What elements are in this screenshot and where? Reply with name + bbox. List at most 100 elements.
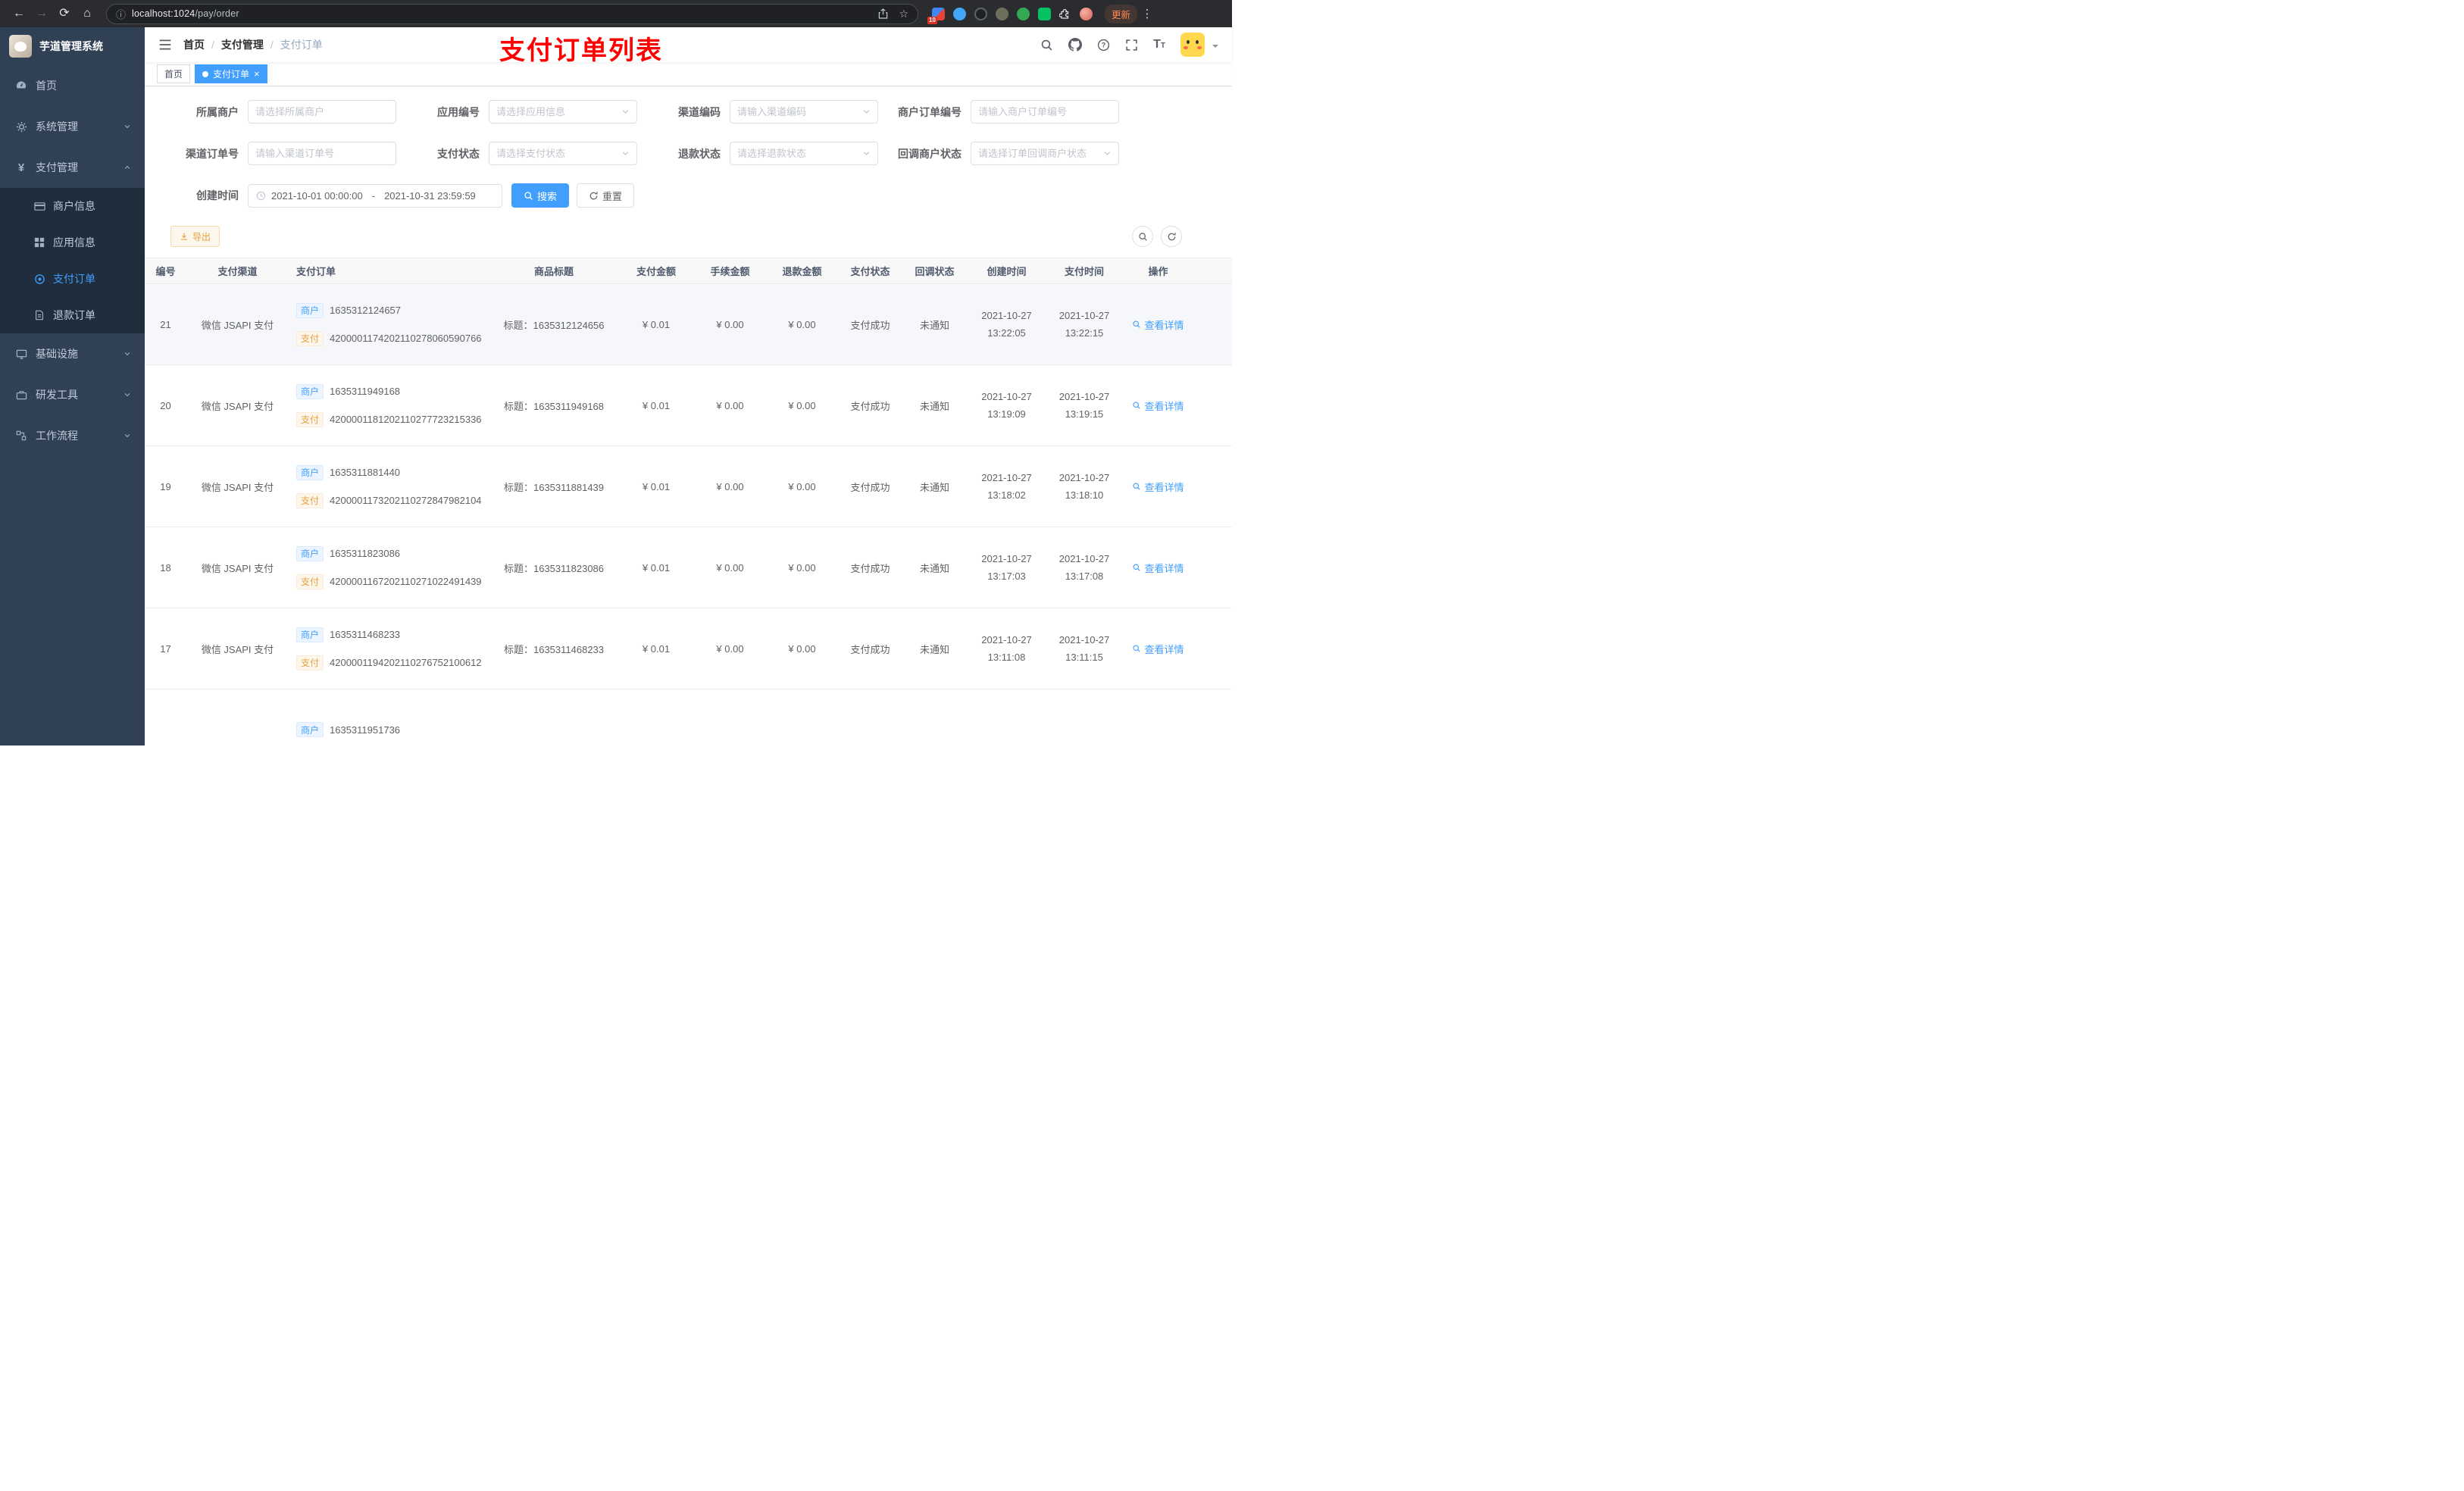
chevron-down-icon bbox=[862, 108, 871, 116]
header-pay-time: 支付时间 bbox=[1046, 258, 1122, 284]
sidebar-item-home[interactable]: 首页 bbox=[0, 65, 145, 106]
app-title: 芋道管理系统 bbox=[39, 40, 103, 52]
order-id-cell: 20 bbox=[145, 364, 186, 446]
user-avatar[interactable] bbox=[1180, 33, 1205, 57]
sidebar-item-pay-order[interactable]: 支付订单 bbox=[0, 261, 145, 297]
reset-button[interactable]: 重置 bbox=[577, 183, 635, 208]
pay-time-cell: 2021-10-27 13:22:15 bbox=[1046, 283, 1122, 365]
sidebar-item-label: 首页 bbox=[36, 80, 57, 92]
filter-label: 支付状态 bbox=[437, 147, 480, 160]
view-detail-link[interactable]: 查看详情 bbox=[1132, 642, 1184, 656]
extension-chat-icon[interactable] bbox=[1038, 7, 1051, 20]
refund-amount-cell: ¥ 0.00 bbox=[766, 283, 838, 365]
github-icon[interactable] bbox=[1068, 38, 1083, 52]
bookmark-star-icon[interactable]: ☆ bbox=[899, 8, 908, 20]
search-icon[interactable] bbox=[1040, 39, 1053, 52]
sidebar-item-label: 基础设施 bbox=[36, 348, 78, 360]
breadcrumb-home[interactable]: 首页 bbox=[183, 37, 205, 52]
extension-icon-1[interactable]: 10 bbox=[927, 7, 945, 24]
profile-avatar-icon[interactable] bbox=[1080, 7, 1093, 20]
pay-order-cell: 商户 1635311468233 支付 4200001194202110276752… bbox=[289, 608, 489, 689]
browser-back-icon[interactable]: ← bbox=[9, 4, 29, 23]
browser-toolbar: ← → ⟳ ⌂ ⓘ localhost:1024/pay/order ☆ 10 … bbox=[0, 0, 1232, 27]
browser-menu-icon[interactable]: ⋮ bbox=[1140, 7, 1154, 20]
refund-status-select[interactable] bbox=[737, 148, 862, 159]
view-detail-link[interactable]: 查看详情 bbox=[1132, 399, 1184, 413]
pay-channel-cell: 微信 JSAPI 支付 bbox=[186, 364, 289, 446]
extension-circle-icon[interactable] bbox=[996, 7, 1008, 20]
fee-amount-cell: ¥ 0.00 bbox=[694, 445, 766, 527]
channel-order-no-input[interactable] bbox=[255, 148, 389, 159]
product-title-cell: 标题：1635311823086 bbox=[489, 527, 618, 608]
logo-image bbox=[9, 35, 32, 58]
view-detail-link[interactable]: 查看详情 bbox=[1132, 480, 1184, 494]
sidebar-item-payment[interactable]: ¥ 支付管理 bbox=[0, 147, 145, 188]
sidebar-item-merchant-info[interactable]: 商户信息 bbox=[0, 188, 145, 224]
target-icon bbox=[33, 273, 45, 285]
pay-time-cell: 2021-10-27 13:19:15 bbox=[1046, 364, 1122, 446]
pay-channel-cell: 微信 JSAPI 支付 bbox=[186, 608, 289, 689]
merchant-order-no-input[interactable] bbox=[978, 106, 1112, 117]
refresh-button[interactable] bbox=[1161, 226, 1182, 247]
url-text: localhost:1024/pay/order bbox=[132, 8, 239, 19]
pay-status-cell: 支付成功 bbox=[838, 364, 902, 446]
toggle-search-button[interactable] bbox=[1132, 226, 1153, 247]
pay-order-no: 4200001181202110277723215336 bbox=[330, 414, 482, 425]
sidebar-toggle-icon[interactable] bbox=[158, 38, 172, 52]
extensions-puzzle-icon[interactable] bbox=[1059, 8, 1071, 20]
merchant-tag: 商户 bbox=[296, 722, 324, 737]
tab-close-icon[interactable]: × bbox=[254, 69, 260, 79]
browser-reload-icon[interactable]: ⟳ bbox=[55, 4, 74, 23]
filter-merchant: 所属商户 bbox=[155, 100, 396, 123]
extension-globe-icon[interactable] bbox=[974, 7, 987, 20]
tab-home[interactable]: 首页 bbox=[157, 64, 191, 83]
submenu-item-label: 退款订单 bbox=[53, 309, 95, 321]
share-icon[interactable] bbox=[878, 8, 888, 19]
refund-amount-cell: ¥ 0.00 bbox=[766, 608, 838, 689]
sidebar-item-workflow[interactable]: 工作流程 bbox=[0, 415, 145, 456]
sidebar-item-system[interactable]: 系统管理 bbox=[0, 106, 145, 147]
fee-amount-cell: ¥ 0.00 bbox=[694, 527, 766, 608]
merchant-select[interactable] bbox=[255, 106, 389, 117]
pay-status-select[interactable] bbox=[496, 148, 621, 159]
header-pay-amount: 支付金额 bbox=[618, 258, 694, 284]
merchant-order-no: 1635311468233 bbox=[330, 629, 401, 640]
view-detail-link[interactable]: 查看详情 bbox=[1132, 317, 1184, 332]
date-range-picker[interactable]: 2021-10-01 00:00:00 - 2021-10-31 23:59:5… bbox=[248, 183, 502, 208]
order-id-cell: 17 bbox=[145, 608, 186, 689]
tab-pay-order[interactable]: 支付订单 × bbox=[195, 64, 267, 83]
search-button[interactable]: 搜索 bbox=[511, 183, 570, 208]
site-info-icon[interactable]: ⓘ bbox=[116, 7, 126, 21]
extension-drop-icon[interactable] bbox=[953, 7, 966, 20]
browser-home-icon[interactable]: ⌂ bbox=[77, 4, 97, 23]
sidebar-item-app-info[interactable]: 应用信息 bbox=[0, 224, 145, 261]
extensions-area: 10 bbox=[927, 7, 1093, 24]
fullscreen-icon[interactable] bbox=[1125, 39, 1138, 52]
avatar-caret-icon[interactable] bbox=[1212, 45, 1218, 51]
pay-order-cell: 商户 1635311881440 支付 4200001173202110272847… bbox=[289, 445, 489, 527]
callback-status-select[interactable] bbox=[978, 148, 1103, 159]
sidebar-item-infrastructure[interactable]: 基础设施 bbox=[0, 333, 145, 374]
sidebar-item-label: 系统管理 bbox=[36, 120, 78, 133]
order-id-cell: 21 bbox=[145, 283, 186, 365]
page-content: 所属商户 应用编号 渠道编码 商户订单编号 bbox=[145, 86, 1232, 746]
font-size-icon[interactable]: TT bbox=[1153, 38, 1165, 52]
export-button[interactable]: 导出 bbox=[170, 226, 220, 247]
fee-amount-cell: ¥ 0.00 bbox=[694, 364, 766, 446]
browser-update-button[interactable]: 更新 bbox=[1105, 4, 1138, 23]
app-id-select[interactable] bbox=[496, 106, 621, 117]
address-bar[interactable]: ⓘ localhost:1024/pay/order ☆ bbox=[106, 3, 918, 24]
pay-tag: 支付 bbox=[296, 492, 324, 508]
extension-check-icon[interactable] bbox=[1017, 7, 1030, 20]
help-icon[interactable]: ? bbox=[1097, 39, 1110, 52]
app-logo[interactable]: 芋道管理系统 bbox=[0, 27, 145, 65]
sidebar-item-refund-order[interactable]: 退款订单 bbox=[0, 297, 145, 333]
channel-code-select[interactable] bbox=[737, 106, 862, 117]
view-detail-link[interactable]: 查看详情 bbox=[1132, 561, 1184, 575]
bank-card-icon bbox=[33, 200, 45, 212]
breadcrumb-payment[interactable]: 支付管理 bbox=[221, 37, 264, 52]
sidebar-item-label: 支付管理 bbox=[36, 161, 78, 173]
browser-forward-icon[interactable]: → bbox=[32, 4, 52, 23]
sidebar-item-dev-tools[interactable]: 研发工具 bbox=[0, 374, 145, 415]
table-toolbar: 导出 bbox=[145, 226, 1232, 255]
